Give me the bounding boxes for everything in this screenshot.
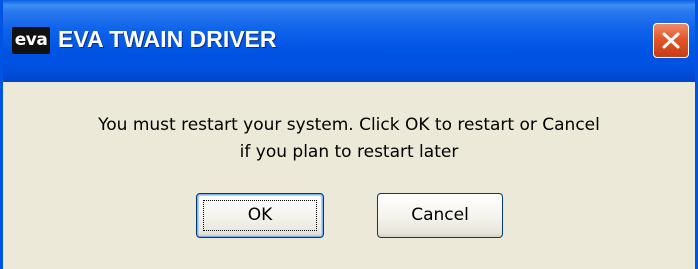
message-line-1: You must restart your system. Click OK t… — [98, 115, 600, 135]
title-bar[interactable]: eva EVA TWAIN DRIVER — [3, 0, 695, 82]
window-title: EVA TWAIN DRIVER — [58, 26, 277, 52]
ok-button-label: OK — [247, 205, 273, 225]
app-logo-icon: eva — [12, 27, 50, 54]
cancel-button-label: Cancel — [411, 205, 469, 225]
message-line-2: if you plan to restart later — [239, 142, 459, 162]
ok-button[interactable]: OK — [196, 193, 324, 238]
close-icon — [662, 32, 680, 49]
dialog-message: You must restart your system. Click OK t… — [3, 112, 695, 166]
close-button[interactable] — [653, 23, 689, 58]
dialog-window: eva EVA TWAIN DRIVER You must restart yo… — [0, 0, 698, 269]
cancel-button[interactable]: Cancel — [377, 193, 503, 238]
